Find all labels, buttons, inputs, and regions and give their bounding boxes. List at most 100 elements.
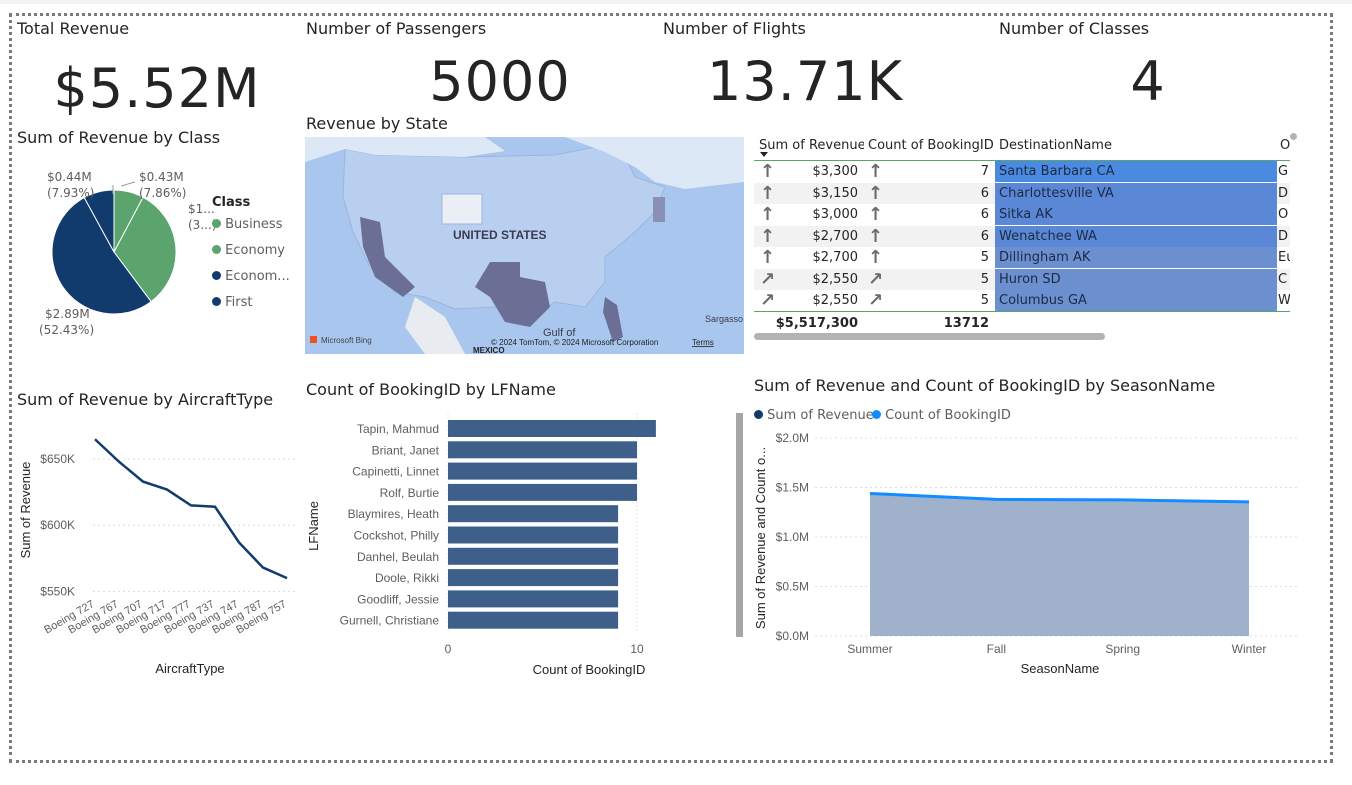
bar-label-2: Capinetti, Linnet <box>352 465 439 479</box>
line-y-axis-title: Sum of Revenue <box>18 462 33 559</box>
pie-label-first: $0.44M <box>47 170 92 184</box>
cell-other: G <box>1278 164 1289 179</box>
table-vertical-scrollbar[interactable] <box>1290 133 1297 140</box>
pie-label-economy: $1... <box>188 202 215 216</box>
map-country-label: UNITED STATES <box>453 228 547 242</box>
bar-rows: Tapin, Mahmud Briant, Janet Capinetti, Lin… <box>340 420 656 629</box>
pie-label-economy-plus: $2.89M <box>45 307 90 321</box>
table-total-row: $5,517,300 13712 <box>754 313 1290 330</box>
area-legend-count[interactable]: Count of BookingID <box>872 408 1011 423</box>
cell-revenue: $2,700 <box>812 250 859 265</box>
header-other[interactable]: O <box>1280 135 1290 156</box>
area-xtick-2: Spring <box>1105 642 1140 656</box>
cell-other: D <box>1278 228 1289 244</box>
map-terms-link[interactable]: Terms <box>692 338 714 347</box>
bar-xtick-10: 10 <box>630 642 644 656</box>
cell-destination: Santa Barbara CA <box>995 161 1277 182</box>
bar-y-axis-title: LFName <box>306 501 321 551</box>
area-chart-scrollbar[interactable] <box>736 413 743 637</box>
legend-label-count: Count of BookingID <box>885 408 1011 423</box>
map-mexico-label: MEXICO <box>473 346 505 354</box>
table-header-row: Sum of Revenue Count of BookingID Destin… <box>754 135 1290 160</box>
legend-dot-first-icon <box>212 297 221 306</box>
card-title-flights: Number of Flights <box>663 19 806 38</box>
bar-6[interactable] <box>448 547 619 565</box>
cell-revenue: $3,150 <box>812 185 859 201</box>
bar-label-0: Tapin, Mahmud <box>357 422 439 436</box>
legend-item-first[interactable]: First <box>212 295 253 310</box>
total-count: 13712 <box>943 316 989 330</box>
pie-slices <box>51 189 177 315</box>
bar-2[interactable] <box>448 462 637 480</box>
cell-count: 6 <box>980 207 989 222</box>
cell-revenue: $3,000 <box>812 207 859 222</box>
table-horizontal-scrollbar[interactable] <box>754 333 1105 340</box>
cell-count: 5 <box>980 271 989 287</box>
map-bing-label: Microsoft Bing <box>321 336 372 345</box>
area-chart: $2.0M $1.5M $1.0M $0.5M $0.0M Summer Fall Spri… <box>753 431 1300 676</box>
card-value-classes: 4 <box>1130 50 1166 113</box>
line-series-revenue <box>94 438 288 580</box>
header-destination[interactable]: DestinationName <box>999 135 1149 156</box>
table-row[interactable]: ↑ $2,700 ↑ 6 Wenatchee WA D <box>754 225 1290 247</box>
area-xtick-3: Winter <box>1232 642 1267 656</box>
cell-destination: Dillingham AK <box>995 247 1277 268</box>
cell-revenue: $3,300 <box>812 164 859 179</box>
bar-9[interactable] <box>448 611 619 629</box>
trend-up-icon: ↑ <box>760 247 776 268</box>
table-row[interactable]: ↑ $2,700 ↑ 5 Dillingham AKEu <box>754 247 1290 268</box>
bar-label-5: Cockshot, Philly <box>354 529 439 543</box>
area-xtick-0: Summer <box>847 642 892 656</box>
legend-label-first: First <box>225 295 253 310</box>
bar-x-axis-title: Count of BookingID <box>533 662 646 677</box>
cell-revenue: $2,700 <box>812 228 859 244</box>
bar-0[interactable] <box>448 420 656 437</box>
table-row[interactable]: ↗ $2,550 ↗ 5 Columbus GA W <box>754 290 1290 311</box>
legend-label-economy: Economy <box>225 243 286 258</box>
legend-item-economy-plus[interactable]: Econom... <box>212 269 290 284</box>
table-row[interactable]: ↑ $3,150 ↑ 6 Charlottesville VA D <box>754 182 1290 204</box>
bar-4[interactable] <box>448 505 619 523</box>
bar-label-3: Rolf, Burtie <box>380 486 440 500</box>
area-x-axis-title: SeasonName <box>1021 661 1100 676</box>
map-drawing: UNITED STATES Gulf of Sargasso MEXICO Mi… <box>305 137 744 354</box>
header-count-booking[interactable]: Count of BookingID <box>868 135 993 156</box>
area-chart-title: Sum of Revenue and Count of BookingID by… <box>754 376 1216 395</box>
revenue-map[interactable]: UNITED STATES Gulf of Sargasso MEXICO Mi… <box>305 137 744 354</box>
legend-item-business[interactable]: Business <box>212 217 282 232</box>
card-value-passengers: 5000 <box>429 50 571 113</box>
trend-up-icon: ↑ <box>760 225 776 247</box>
legend-label-economy-plus: Econom... <box>225 269 290 284</box>
bar-8[interactable] <box>448 590 619 608</box>
table-row[interactable]: ↗ $2,550 ↗ 5 Huron SD C <box>754 268 1290 290</box>
area-ytick-4: $0.0M <box>776 629 809 643</box>
bar-5[interactable] <box>448 526 619 544</box>
line-ytick-1: $600K <box>40 518 75 532</box>
bar-7[interactable] <box>448 569 619 587</box>
legend-item-economy[interactable]: Economy <box>212 243 285 258</box>
line-x-axis-title: AircraftType <box>155 661 224 676</box>
total-revenue: $5,517,300 <box>775 316 858 330</box>
pie-pct-business: (7.86%) <box>139 186 186 200</box>
cell-other: Eu <box>1278 250 1290 265</box>
card-title-passengers: Number of Passengers <box>306 19 487 38</box>
cell-count: 6 <box>980 185 989 201</box>
area-xtick-1: Fall <box>987 642 1006 656</box>
pie-pct-economy-plus: (52.43%) <box>39 323 94 337</box>
card-value-flights: 13.71K <box>706 50 903 113</box>
legend-dot-economy-plus-icon <box>212 271 221 280</box>
bar-3[interactable] <box>448 483 637 501</box>
trend-diag-icon: ↗ <box>760 290 776 311</box>
bar-1[interactable] <box>448 441 637 459</box>
bar-label-4: Blaymires, Heath <box>348 507 439 521</box>
state-ny <box>653 197 665 222</box>
header-sum-revenue[interactable]: Sum of Revenue <box>759 135 864 156</box>
legend-dot-revenue-icon <box>754 410 763 419</box>
table-row[interactable]: ↑ $3,000 ↑ 6 Sitka AK O <box>754 204 1290 225</box>
line-grid <box>93 458 295 592</box>
area-legend-revenue[interactable]: Sum of Revenue <box>754 408 874 423</box>
trend-up-icon: ↑ <box>868 161 884 182</box>
table-row[interactable]: ↑ $3,300 ↑ 7 Santa Barbara CA G <box>754 161 1290 182</box>
trend-up-icon: ↑ <box>868 247 884 268</box>
line-ytick-0: $650K <box>40 452 75 466</box>
